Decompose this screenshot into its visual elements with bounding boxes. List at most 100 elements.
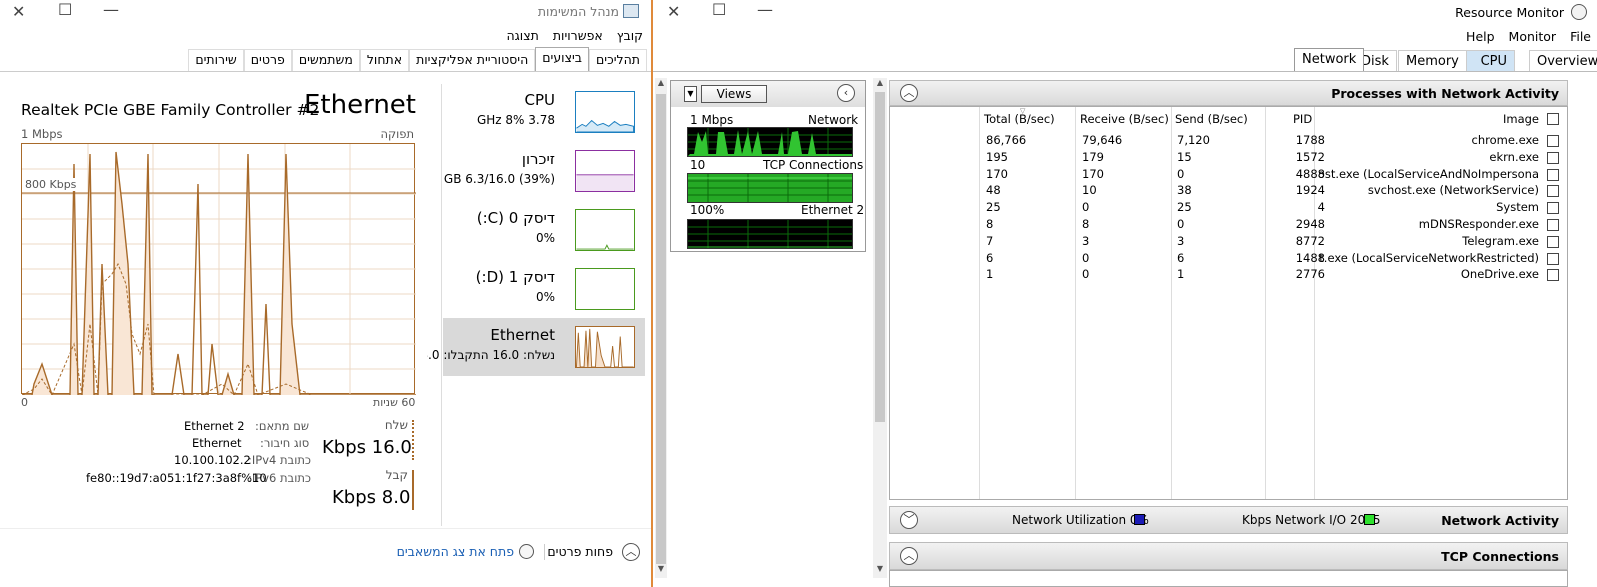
menu-options[interactable]: אפשרויות	[553, 28, 603, 43]
collapse-processes-icon[interactable]: ︿	[900, 84, 918, 102]
mini-graph-left-label: TCP Connections	[763, 158, 864, 172]
tab-services[interactable]: שירותים	[188, 49, 244, 71]
prop-key: כתובת IPv4:	[248, 453, 311, 467]
mini-graph-left-label: Ethernet 2	[801, 203, 865, 217]
process-checkbox[interactable]	[1547, 185, 1559, 198]
scroll-down-icon[interactable]: ▼	[873, 564, 887, 578]
scroll-thumb[interactable]	[656, 94, 666, 564]
close-icon[interactable]: ✕	[667, 2, 680, 21]
process-checkbox[interactable]	[1547, 235, 1559, 248]
tab-memory[interactable]: Memory	[1398, 50, 1467, 71]
menu-view[interactable]: תצוגה	[506, 28, 538, 43]
cell-image: Telegram.exe	[1462, 233, 1539, 248]
throughput-graph-svg	[22, 144, 416, 395]
utilization-swatch	[1134, 514, 1145, 525]
minimize-icon[interactable]: —	[757, 0, 773, 19]
menu-file[interactable]: קובץ	[617, 28, 643, 43]
tcp-connections-title: TCP Connections	[1441, 549, 1559, 564]
close-icon[interactable]: ✕	[12, 2, 25, 21]
perf-item-title: CPU	[524, 91, 556, 109]
prop-value: fe80::19d7:a051:1f27:3a8f%10	[86, 471, 267, 485]
network-utilization-label: Network Utilization 0%	[1012, 513, 1149, 527]
tab-app-history[interactable]: היסטוריית אפליקציות	[409, 49, 536, 71]
column-header-pid[interactable]: PID	[1293, 112, 1312, 126]
recv-value: 8.0 Kbps	[332, 487, 411, 508]
perf-item-sub: (39%) 6.3/16.0 GB	[443, 172, 555, 186]
column-header-image[interactable]: Image	[1503, 112, 1539, 126]
cell-send: 38	[1177, 183, 1192, 198]
select-all-checkbox[interactable]	[1547, 113, 1559, 125]
process-checkbox[interactable]	[1547, 252, 1559, 265]
x-axis-right-label: 0	[21, 396, 28, 409]
column-header-receive[interactable]: Receive (B/sec)	[1080, 112, 1169, 126]
menu-file[interactable]: File	[1570, 29, 1591, 44]
network-mini-graph	[687, 127, 853, 157]
scroll-up-icon[interactable]: ▲	[873, 78, 887, 92]
scroll-up-icon[interactable]: ▲	[655, 78, 667, 92]
cpu-thumbnail	[575, 91, 635, 133]
expand-network-activity-icon[interactable]: ﹀	[900, 511, 918, 529]
tab-network[interactable]: Network	[1294, 48, 1365, 71]
cell-send: 25	[1177, 200, 1192, 215]
perf-item-title: דיסק 0 (C:)	[476, 209, 555, 227]
tab-users[interactable]: משתמשים	[291, 49, 360, 71]
perf-item-ethernet[interactable]: Ethernet נשלח: 16.0 התקבלו: 8.0	[427, 326, 635, 384]
collapse-views-icon[interactable]: ‹	[837, 84, 855, 102]
cell-pid: 1788	[1295, 133, 1325, 147]
network-activity-header[interactable]: ﹀ Network Utilization 0% 2065 Kbps Netwo…	[889, 506, 1568, 534]
fewer-details-link[interactable]: פחות פרטים	[547, 544, 613, 559]
tab-details[interactable]: פרטים	[243, 49, 292, 71]
perf-item-disk0[interactable]: דיסק 0 (C:) 0%	[427, 209, 635, 267]
cell-send: 7,120	[1177, 133, 1210, 147]
mini-graph-right-label: 10	[690, 158, 706, 172]
perf-item-memory[interactable]: זיכרון (39%) 6.3/16.0 GB	[427, 150, 635, 208]
perf-item-cpu[interactable]: CPU 3.78 GHz 8%	[427, 91, 635, 149]
cell-total: 170	[986, 166, 1008, 181]
chevron-up-icon[interactable]: ︿	[622, 543, 640, 561]
maximize-icon[interactable]: ☐	[712, 0, 726, 19]
scroll-thumb[interactable]	[875, 92, 885, 422]
middle-scrollbar[interactable]: ▲ ▼	[873, 78, 887, 578]
process-checkbox[interactable]	[1547, 202, 1559, 215]
minimize-icon[interactable]: —	[103, 0, 119, 19]
left-scrollbar[interactable]: ▲ ▼	[655, 78, 667, 578]
tab-startup[interactable]: אתחול	[359, 49, 410, 71]
cell-send: 1	[1177, 267, 1185, 282]
resource-monitor-icon	[519, 544, 534, 559]
prop-value: Ethernet 2	[184, 419, 245, 433]
tab-overview[interactable]: Overview	[1529, 50, 1597, 71]
open-resource-monitor-link[interactable]: פתח את צג המשאבים	[397, 544, 514, 559]
process-checkbox[interactable]	[1547, 168, 1559, 181]
views-dropdown-icon[interactable]: ▼	[684, 86, 697, 102]
tab-processes[interactable]: תהליכים	[589, 49, 647, 71]
views-button[interactable]: Views	[701, 85, 767, 103]
processes-section-header[interactable]: ︿ Processes with Network Activity	[889, 80, 1568, 106]
cell-total: 6	[986, 250, 994, 265]
process-checkbox[interactable]	[1547, 151, 1559, 164]
column-header-total[interactable]: Total (B/sec)	[984, 112, 1055, 126]
cell-send: 15	[1177, 149, 1192, 164]
menu-help[interactable]: Help	[1466, 29, 1495, 44]
cell-pid: 4	[1317, 200, 1325, 215]
perf-item-sub: 0%	[535, 290, 555, 304]
cell-send: 0	[1177, 217, 1185, 231]
process-checkbox[interactable]	[1547, 269, 1559, 282]
process-checkbox[interactable]	[1547, 135, 1559, 147]
cell-receive: 8	[1082, 217, 1090, 231]
process-checkbox[interactable]	[1547, 219, 1559, 231]
adapter-name: Realtek PCIe GBE Family Controller #2	[21, 101, 320, 119]
perf-item-sub: 0%	[535, 231, 555, 245]
scroll-down-icon[interactable]: ▼	[655, 564, 667, 578]
cell-total: 1	[986, 267, 994, 282]
menu-monitor[interactable]: Monitor	[1509, 29, 1557, 44]
cell-image: svchost.exe (LocalServiceAndNoImpersona.…	[1319, 166, 1539, 181]
collapse-tcp-icon[interactable]: ︿	[900, 547, 918, 565]
tcp-mini-graph	[687, 173, 853, 203]
cell-image: OneDrive.exe	[1460, 267, 1539, 282]
column-header-send[interactable]: Send (B/sec)	[1175, 112, 1248, 126]
io-swatch	[1364, 514, 1375, 525]
cell-receive: 79,646	[1082, 133, 1123, 147]
tcp-connections-header[interactable]: ︿ TCP Connections	[889, 542, 1568, 570]
maximize-icon[interactable]: ☐	[58, 0, 72, 19]
tab-performance[interactable]: ביצועים	[535, 47, 590, 71]
